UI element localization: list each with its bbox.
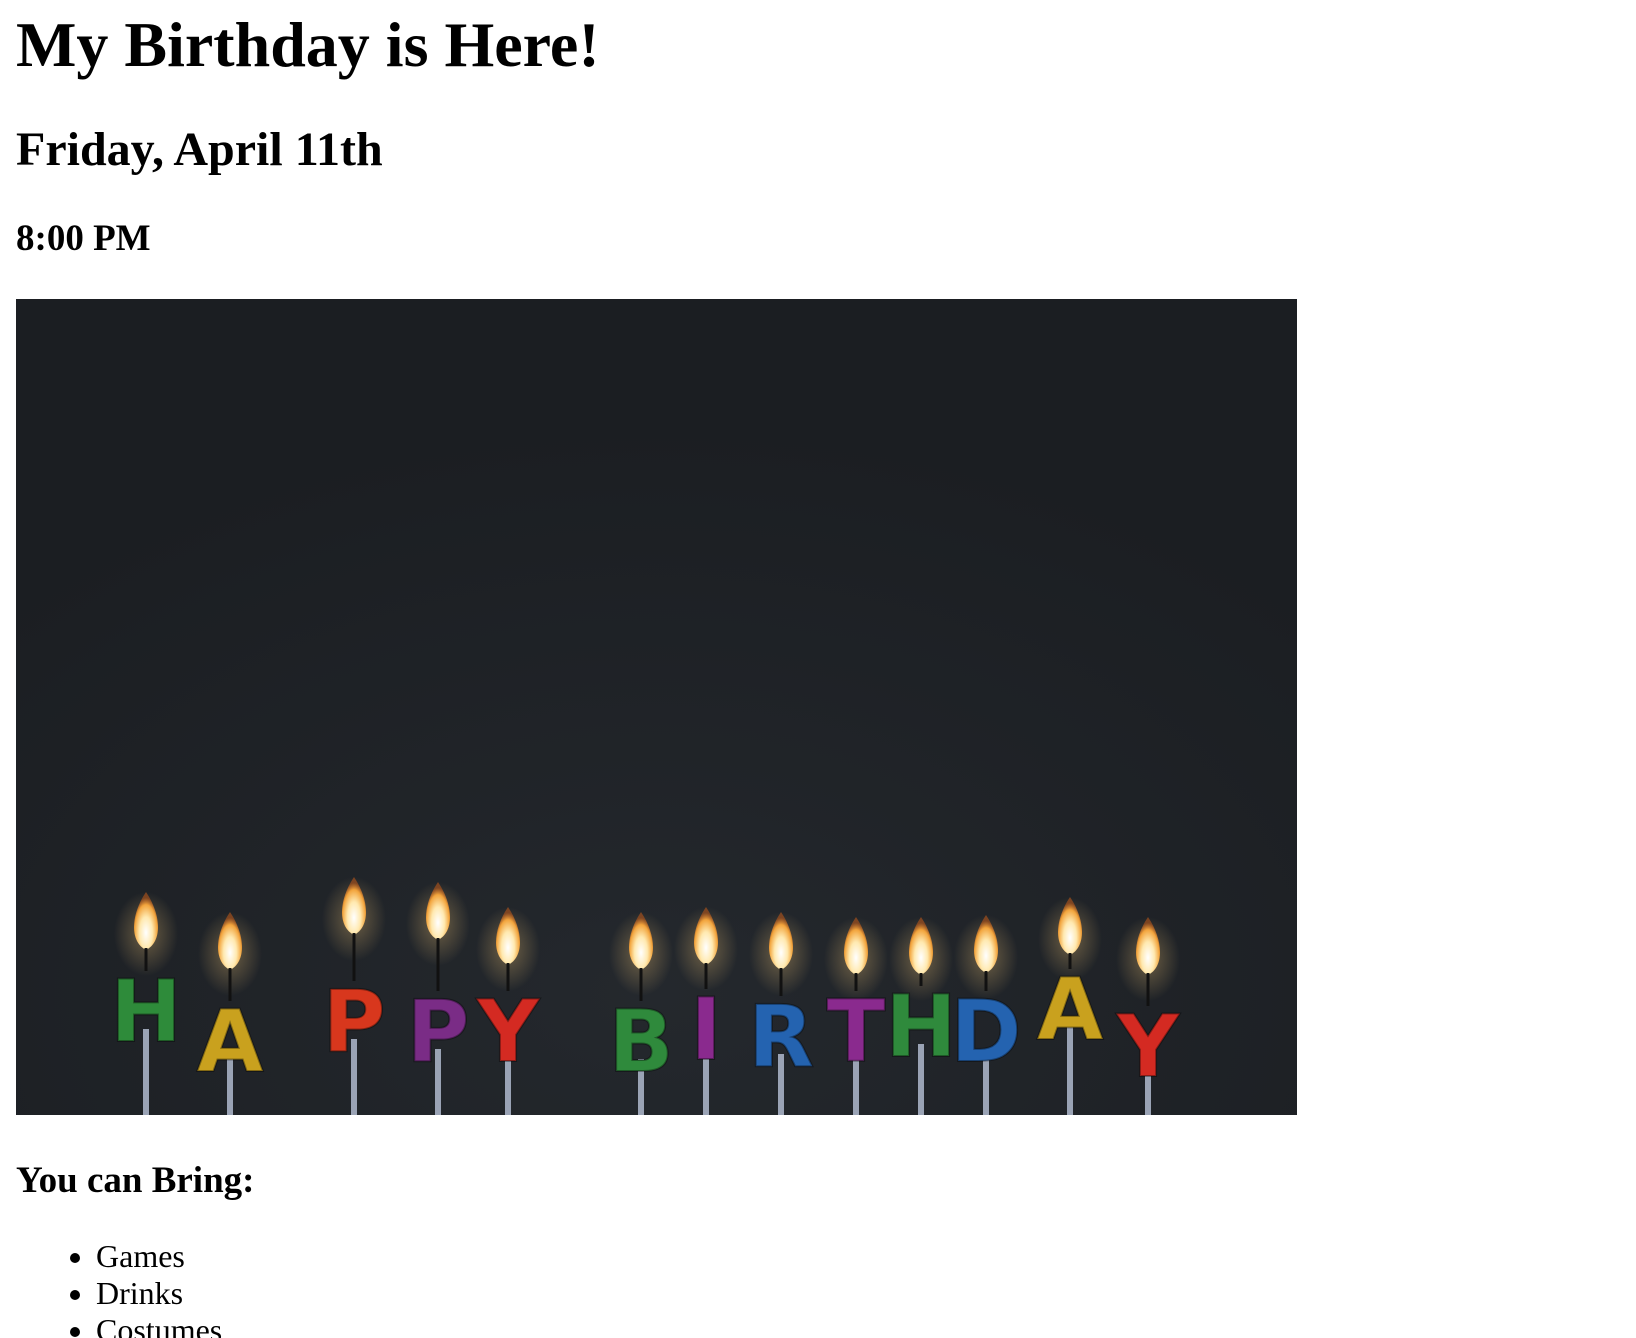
list-item: Games — [96, 1238, 222, 1275]
candle-letter: P — [406, 982, 469, 1082]
candle-letter: T — [827, 982, 886, 1082]
page-title: My Birthday is Here! — [16, 9, 600, 80]
candle-letter: H — [110, 962, 182, 1062]
candle-letter: H — [885, 977, 957, 1077]
candles-illustration: H A P P Y B I R T HD A Y — [16, 299, 1297, 1115]
list-item: Costumes — [96, 1312, 222, 1338]
candle-letter: Y — [1116, 997, 1181, 1097]
candle-a-1: A — [196, 912, 265, 1115]
candle-letter: P — [322, 972, 385, 1072]
candle-letter: A — [197, 992, 264, 1092]
event-time: 8:00 PM — [16, 218, 151, 259]
list-item: Drinks — [96, 1275, 222, 1312]
candle-letter: Y — [476, 982, 541, 1082]
candle-letter: A — [1037, 960, 1104, 1060]
bring-list: Games Drinks Costumes — [16, 1238, 222, 1338]
candle-letter: I — [690, 980, 722, 1080]
candle-p-3: P — [405, 882, 471, 1115]
bring-heading: You can Bring: — [16, 1160, 255, 1201]
candle-letter: B — [608, 992, 674, 1092]
birthday-candles-image: HAPPYBIRTHDAY — [16, 299, 1297, 1115]
event-date: Friday, April 11th — [16, 123, 383, 176]
candle-b-5: B — [607, 912, 675, 1115]
candle-y-12: Y — [1115, 917, 1182, 1115]
candle-letter: D — [950, 982, 1021, 1082]
candle-letter: R — [748, 987, 814, 1087]
candle-r-7: R — [747, 912, 815, 1115]
